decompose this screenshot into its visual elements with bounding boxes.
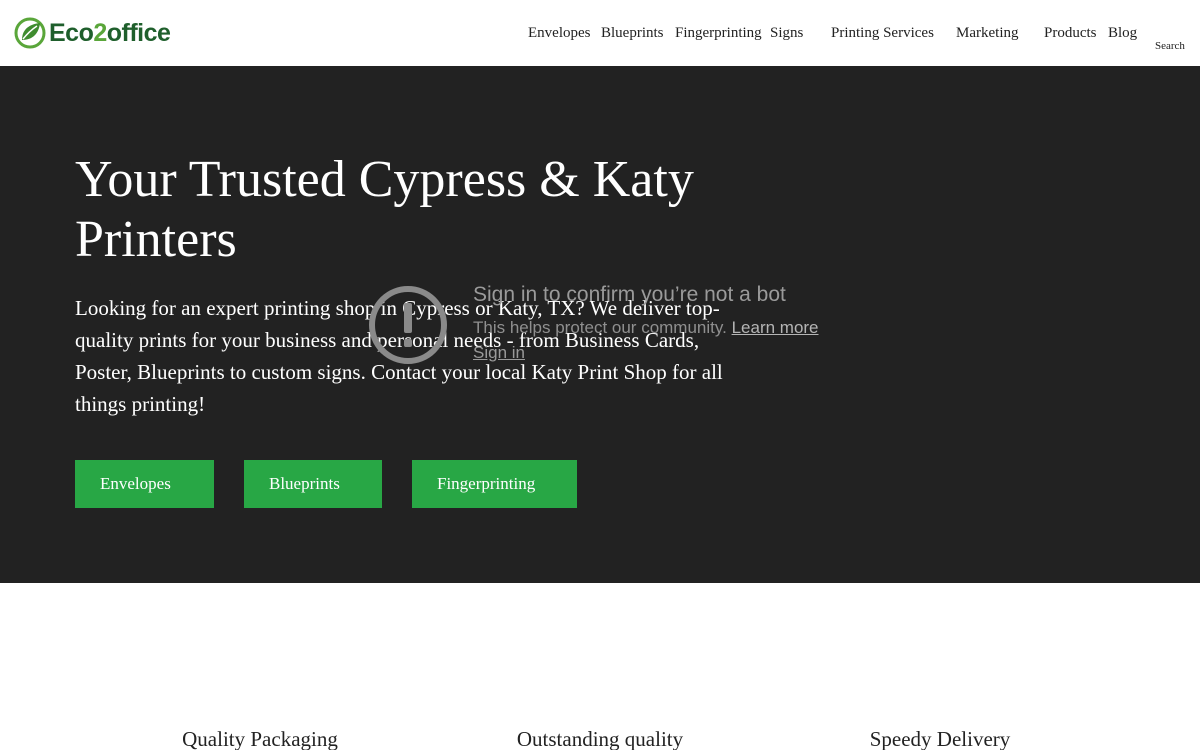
- feature-speedy-delivery: Speedy Delivery: [869, 727, 1011, 750]
- nav-item-envelopes[interactable]: Envelopes: [528, 24, 590, 42]
- feature-quality-packaging: Quality Packaging: [182, 727, 338, 750]
- nav-item-signs[interactable]: Signs: [770, 24, 803, 42]
- learn-more-link[interactable]: Learn more: [732, 318, 819, 337]
- search-link[interactable]: Search: [1155, 40, 1185, 52]
- blueprints-button[interactable]: Blueprints: [244, 460, 382, 508]
- bot-check-description-text: This helps protect our community.: [473, 318, 727, 337]
- nav-item-blueprints[interactable]: Blueprints: [601, 24, 664, 42]
- bot-check-overlay: Sign in to confirm you’re not a bot This…: [368, 283, 848, 373]
- hero-title: Your Trusted Cypress & Katy Printers: [75, 151, 694, 268]
- site-header: Eco2office Envelopes Blueprints Fingerpr…: [0, 0, 1200, 66]
- feature-outstanding-quality: Outstanding quality: [516, 727, 684, 750]
- bot-check-description: This helps protect our community. Learn …: [473, 318, 819, 338]
- alert-icon: [369, 286, 447, 364]
- nav-item-marketing[interactable]: Marketing: [956, 24, 1018, 42]
- nav-item-products[interactable]: Products: [1044, 24, 1097, 42]
- nav-item-fingerprinting[interactable]: Fingerprinting: [675, 24, 762, 42]
- envelopes-button[interactable]: Envelopes: [75, 460, 214, 508]
- fingerprinting-button[interactable]: Fingerprinting: [412, 460, 577, 508]
- hero-section: Your Trusted Cypress & Katy Printers Loo…: [0, 66, 1200, 583]
- sign-in-link[interactable]: Sign in: [473, 343, 525, 363]
- main-nav: Envelopes Blueprints Fingerprinting Sign…: [0, 24, 1200, 44]
- nav-item-blog[interactable]: Blog: [1108, 24, 1137, 42]
- nav-item-printing-services[interactable]: Printing Services: [831, 24, 934, 42]
- bot-check-title: Sign in to confirm you’re not a bot: [473, 283, 786, 306]
